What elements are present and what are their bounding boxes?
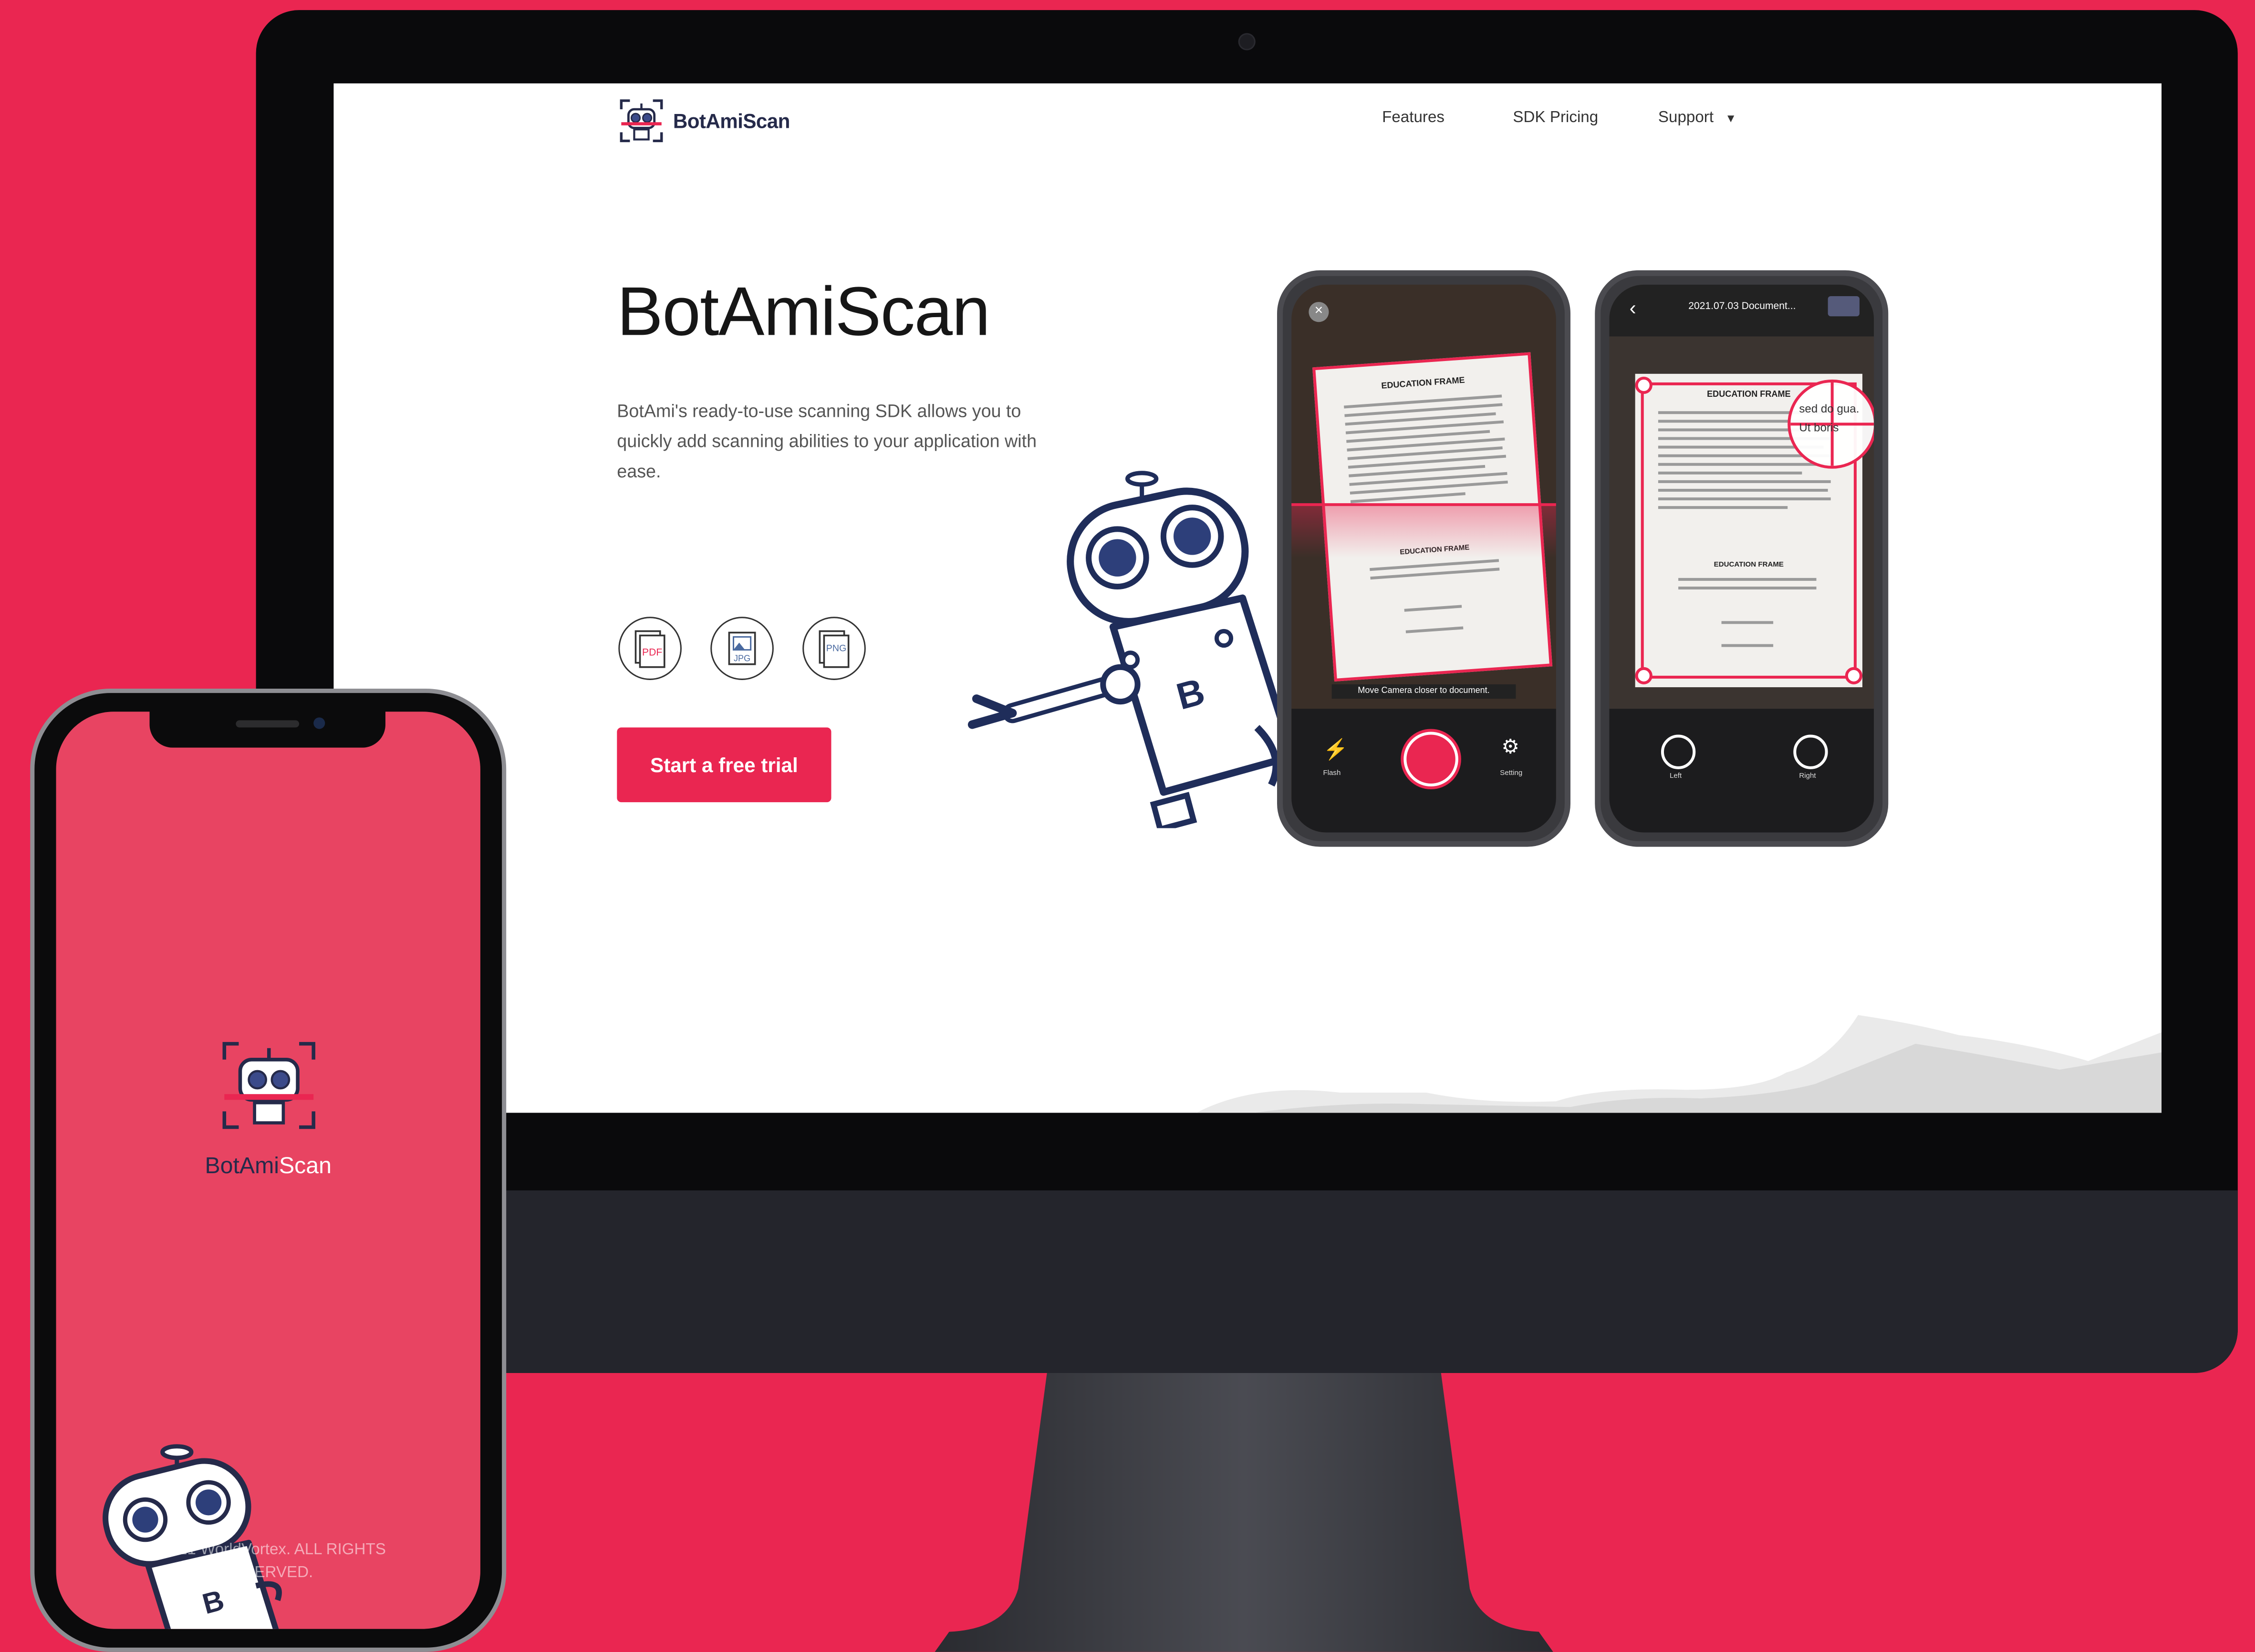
monitor-camera	[1239, 34, 1254, 49]
monitor-chin	[256, 1190, 2238, 1373]
site-logo[interactable]: BotAmiScan	[618, 98, 790, 144]
robot-mascot-illustration: B	[103, 1444, 282, 1629]
crop-handle[interactable]	[1635, 667, 1652, 684]
rotate-left-label: Left	[1670, 772, 1682, 781]
hero-title: BotAmiScan	[617, 274, 990, 351]
edit-phone-mockup: ‹ 2021.07.03 Document... EDUCATION FRAME	[1595, 270, 1889, 847]
svg-text:PNG: PNG	[826, 643, 846, 654]
save-button[interactable]	[1828, 296, 1860, 317]
magnifier-text: sed do gua. Ut boris	[1799, 403, 1860, 434]
iphone-front-camera	[313, 717, 325, 729]
monitor-stand	[935, 1373, 1553, 1652]
document-title: 2021.07.03 Document...	[1688, 302, 1796, 312]
gear-icon[interactable]: ⚙	[1501, 734, 1519, 759]
robot-mascot-illustration: B	[967, 471, 1297, 828]
brand-name: BotAmiScan	[673, 109, 790, 133]
start-free-trial-button[interactable]: Start a free trial	[617, 727, 831, 803]
camera-toolbar: ⚡ Flash ⚙ Setting	[1291, 709, 1556, 833]
jpg-format-icon: JPG	[710, 617, 774, 680]
nav-sdk-pricing[interactable]: SDK Pricing	[1513, 109, 1598, 126]
flash-icon[interactable]: ⚡	[1323, 738, 1348, 762]
crop-handle[interactable]	[1845, 667, 1862, 684]
chevron-down-icon: ▼	[1725, 111, 1737, 125]
iphone-speaker	[236, 720, 300, 728]
flash-label: Flash	[1323, 769, 1341, 778]
mobile-brand-name: BotAmiScan	[205, 1154, 332, 1179]
svg-text:JPG: JPG	[734, 654, 750, 663]
rotate-right-icon[interactable]	[1793, 734, 1828, 769]
robot-logo-icon	[620, 99, 663, 143]
rotate-left-icon[interactable]	[1661, 734, 1696, 769]
doc-heading: EDUCATION FRAME	[1381, 377, 1465, 392]
edit-header: ‹ 2021.07.03 Document...	[1609, 284, 1874, 337]
scan-phone-mockup: EDUCATION FRAME EDUCATION FRAME	[1277, 270, 1571, 847]
shutter-button[interactable]	[1403, 732, 1458, 787]
rotate-toolbar: Left Right	[1609, 709, 1874, 833]
nav-features[interactable]: Features	[1382, 109, 1444, 126]
rotate-right-label: Right	[1799, 772, 1816, 781]
setting-label: Setting	[1500, 769, 1523, 778]
png-format-icon: PNG	[802, 617, 866, 680]
iphone-notch	[149, 710, 385, 748]
torn-paper-decoration	[1196, 1015, 2162, 1113]
svg-text:PDF: PDF	[642, 647, 662, 658]
pdf-format-icon: PDF	[618, 617, 682, 680]
website-screen: BotAmiScan Features SDK Pricing Support ▼…	[333, 83, 2162, 1113]
close-icon[interactable]: ×	[1309, 302, 1329, 322]
robot-logo-icon	[222, 1042, 315, 1129]
back-arrow-icon[interactable]: ‹	[1630, 296, 1636, 319]
crop-handle[interactable]	[1635, 376, 1652, 394]
copyright-text: ©2021 WorldVortex. ALL RIGHTS RESERVED.	[149, 1541, 386, 1582]
magnifier-loupe[interactable]: sed do gua. Ut boris	[1787, 379, 1874, 469]
camera-hint: Move Camera closer to document.	[1331, 684, 1516, 699]
nav-support[interactable]: Support ▼	[1658, 109, 1736, 126]
